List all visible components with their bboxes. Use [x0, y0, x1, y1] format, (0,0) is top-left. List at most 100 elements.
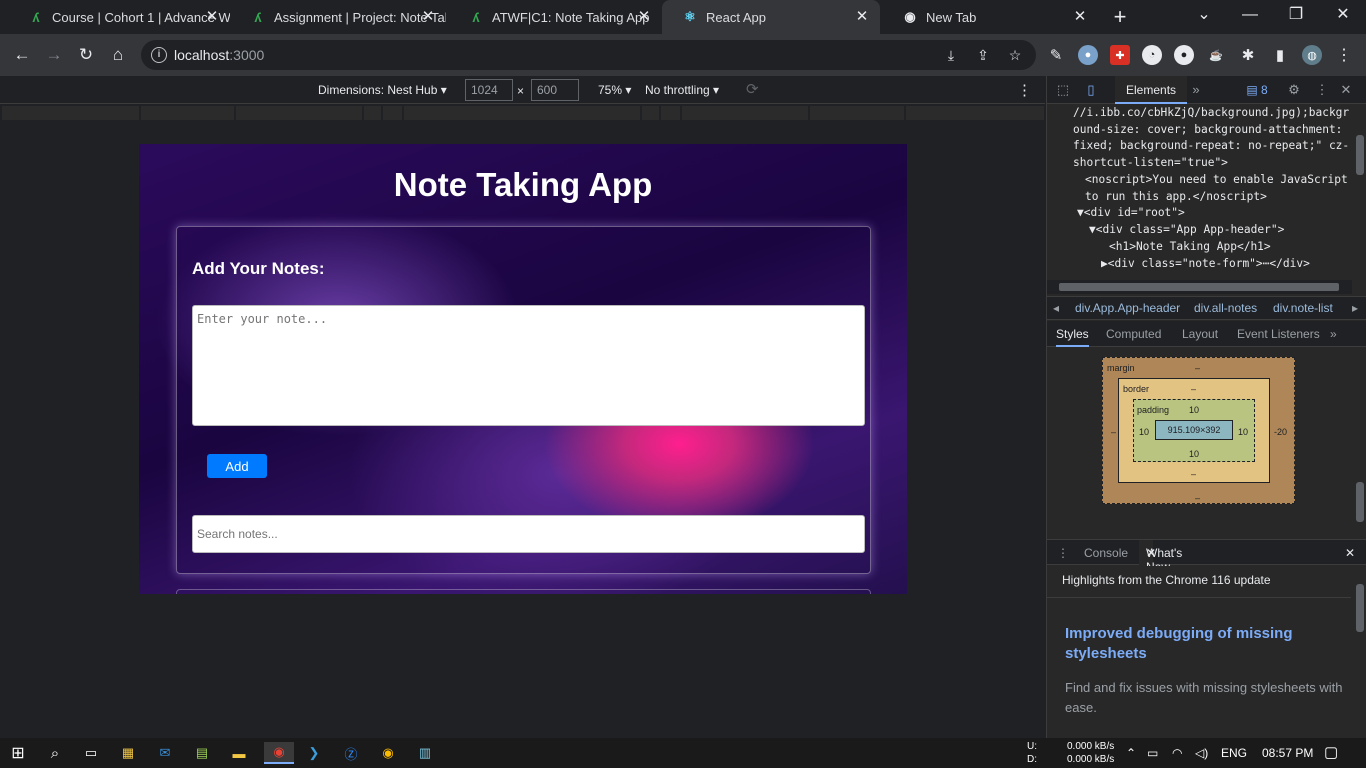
- side-panel-icon[interactable]: ▮: [1270, 45, 1290, 65]
- search-icon[interactable]: ⌕: [44, 742, 66, 764]
- rotate-icon[interactable]: ⟳: [746, 80, 759, 98]
- close-icon[interactable]: ✕: [1072, 9, 1088, 25]
- device-toolbar-icon[interactable]: ▯: [1082, 81, 1100, 99]
- ruler-segment[interactable]: [236, 106, 363, 120]
- dom-line[interactable]: shortcut-listen="true">: [1073, 155, 1228, 172]
- notepad-plus-icon[interactable]: ▤: [191, 742, 213, 764]
- styles-scrollbar[interactable]: [1352, 348, 1366, 538]
- ruler-segment[interactable]: [404, 106, 641, 120]
- store-icon[interactable]: ▦: [117, 742, 139, 764]
- close-icon[interactable]: ✕: [636, 9, 652, 25]
- ruler-segment[interactable]: [682, 106, 809, 120]
- padding-top-value[interactable]: 10: [1189, 405, 1199, 415]
- notepad-icon[interactable]: ▥: [414, 742, 436, 764]
- eyedropper-extension-icon[interactable]: ✎: [1046, 45, 1066, 65]
- tab-console[interactable]: Console: [1084, 546, 1128, 560]
- forward-arrow-icon[interactable]: →: [42, 43, 66, 67]
- ruler-segment[interactable]: [141, 106, 235, 120]
- ruler-segment[interactable]: [906, 106, 1045, 120]
- dimensions-select[interactable]: Dimensions: Nest Hub ▾: [318, 83, 447, 97]
- tab-search-chevron-icon[interactable]: ⌄: [1181, 0, 1227, 34]
- battery-icon[interactable]: ▭: [1147, 746, 1158, 760]
- bookmark-star-icon[interactable]: ☆: [1005, 45, 1025, 65]
- windows-start-icon[interactable]: ⊞: [7, 742, 29, 764]
- close-devtools-icon[interactable]: ✕: [1337, 81, 1355, 99]
- tab-new-tab[interactable]: ◉ New Tab ✕: [882, 0, 1098, 34]
- breadcrumb-left-icon[interactable]: ◂: [1053, 301, 1059, 315]
- install-app-icon[interactable]: ⤓: [941, 45, 961, 65]
- restore-button[interactable]: ❐: [1273, 0, 1319, 34]
- avatar[interactable]: ◍: [1302, 45, 1322, 65]
- task-view-icon[interactable]: ▭: [80, 742, 102, 764]
- extension-icon[interactable]: ●: [1078, 45, 1098, 65]
- close-window-button[interactable]: ✕: [1320, 0, 1366, 34]
- ruler-segment[interactable]: [364, 106, 382, 120]
- dom-line[interactable]: fixed; background-repeat: no-repeat;" cz…: [1073, 138, 1349, 155]
- tray-chevron-icon[interactable]: ⌃: [1126, 746, 1136, 760]
- breadcrumb-right-icon[interactable]: ▸: [1352, 301, 1358, 315]
- close-icon[interactable]: ✕: [1146, 546, 1156, 560]
- whats-new-heading-link[interactable]: Improved debugging of missing stylesheet…: [1065, 624, 1340, 664]
- note-textarea[interactable]: [192, 305, 865, 426]
- dom-scrollbar[interactable]: [1352, 105, 1366, 295]
- search-notes-input[interactable]: [192, 515, 865, 553]
- tab-atwf[interactable]: ʎ ATWF|C1: Note Taking App ✕: [448, 0, 662, 34]
- add-note-button[interactable]: Add: [207, 454, 267, 478]
- close-icon[interactable]: ✕: [420, 9, 436, 25]
- issues-badge[interactable]: ▤ 8: [1240, 81, 1274, 99]
- box-model-margin[interactable]: margin – – -20 – border – – padding 10 1…: [1102, 357, 1295, 504]
- extension-gauge-icon[interactable]: ◔: [1142, 45, 1162, 65]
- dom-line[interactable]: ▼<div id="root">: [1077, 205, 1185, 222]
- dom-horizontal-scrollbar[interactable]: [1047, 280, 1352, 294]
- ruler-segment[interactable]: [810, 106, 905, 120]
- padding-left-value[interactable]: 10: [1139, 427, 1149, 437]
- clock[interactable]: 08:57 PM: [1262, 746, 1313, 760]
- share-icon[interactable]: ⇪: [973, 45, 993, 65]
- tab-assignment[interactable]: ʎ Assignment | Project: Note Taking ✕: [230, 0, 446, 34]
- address-bar[interactable]: i localhost:3000 ⤓ ⇪ ☆: [141, 40, 1036, 70]
- home-icon[interactable]: ⌂: [106, 43, 130, 67]
- close-icon[interactable]: ✕: [204, 9, 220, 25]
- border-top-value[interactable]: –: [1191, 384, 1196, 394]
- dom-line[interactable]: <noscript>You need to enable JavaScript: [1085, 172, 1348, 189]
- breadcrumb-item[interactable]: div.note-list: [1273, 301, 1333, 315]
- ruler-segment[interactable]: [661, 106, 681, 120]
- tab-elements[interactable]: Elements: [1115, 76, 1188, 104]
- border-bottom-value[interactable]: –: [1191, 469, 1196, 479]
- breadcrumb-item[interactable]: div.App.App-header: [1075, 301, 1180, 315]
- width-input[interactable]: 1024: [465, 79, 513, 101]
- breadcrumb-item[interactable]: div.all-notes: [1194, 301, 1257, 315]
- language-indicator[interactable]: ENG: [1221, 746, 1247, 760]
- tab-layout[interactable]: Layout: [1182, 327, 1218, 341]
- zoom-select[interactable]: 75% ▾: [598, 83, 631, 97]
- close-drawer-icon[interactable]: ✕: [1345, 546, 1355, 560]
- chrome-taskbar-icon[interactable]: ◉: [264, 742, 294, 764]
- close-icon[interactable]: ✕: [854, 9, 870, 25]
- more-tabs-chevron-icon[interactable]: »: [1187, 81, 1205, 99]
- zoom-icon[interactable]: Ⓩ: [340, 742, 362, 764]
- reload-icon[interactable]: ↻: [74, 43, 98, 67]
- extension-red-icon[interactable]: ✚: [1110, 45, 1130, 65]
- dom-line[interactable]: <h1>Note Taking App</h1>: [1109, 239, 1271, 256]
- kebab-menu-icon[interactable]: ⋮: [1334, 45, 1354, 65]
- site-info-icon[interactable]: i: [151, 47, 167, 63]
- tab-styles[interactable]: Styles: [1056, 327, 1089, 347]
- ruler-segment[interactable]: [383, 106, 403, 120]
- mail-icon[interactable]: ✉: [154, 742, 176, 764]
- padding-right-value[interactable]: 10: [1238, 427, 1248, 437]
- ruler-segment[interactable]: [642, 106, 660, 120]
- margin-left-value[interactable]: –: [1111, 427, 1116, 437]
- new-tab-button[interactable]: +: [1108, 5, 1132, 29]
- dom-line[interactable]: to run this app.</noscript>: [1085, 189, 1267, 206]
- settings-gear-icon[interactable]: ⚙: [1285, 81, 1303, 99]
- extension-mug-icon[interactable]: ☕: [1206, 45, 1226, 65]
- tab-event-listeners[interactable]: Event Listeners: [1237, 327, 1320, 341]
- ruler-segment[interactable]: [2, 106, 140, 120]
- margin-right-value[interactable]: -20: [1274, 427, 1287, 437]
- dom-line[interactable]: ▶<div class="note-form">⋯</div>: [1101, 256, 1310, 273]
- extension-circle-icon[interactable]: ●: [1174, 45, 1194, 65]
- wifi-icon[interactable]: ◠: [1172, 746, 1182, 760]
- minimize-button[interactable]: —: [1227, 0, 1273, 34]
- dom-line[interactable]: ▼<div class="App App-header">: [1089, 222, 1284, 239]
- drawer-menu-icon[interactable]: ⋮: [1057, 546, 1069, 560]
